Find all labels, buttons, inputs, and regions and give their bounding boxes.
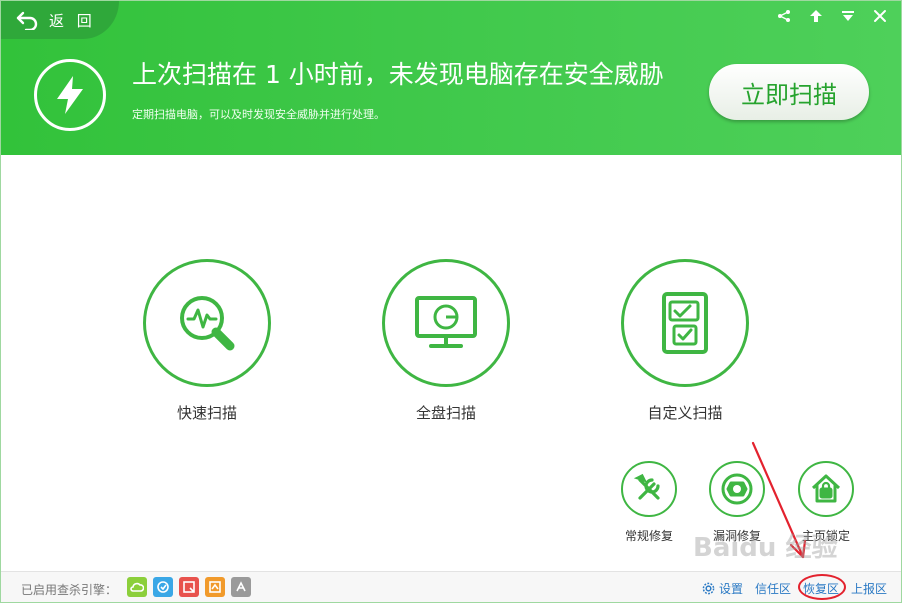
vulnerability-repair-label: 漏洞修复: [712, 529, 761, 543]
homepage-lock-button[interactable]: 主页锁定: [796, 461, 856, 544]
engine-list: [127, 577, 251, 597]
full-scan-option[interactable]: 全盘扫描: [382, 259, 510, 423]
general-repair-label: 常规修复: [624, 529, 673, 543]
upload-icon[interactable]: [807, 7, 825, 25]
footer-bar: 已启用查杀引擎： 设置 信任区 恢复区 上报区: [1, 571, 901, 602]
window-controls: [775, 7, 889, 25]
gear-icon: [702, 582, 715, 595]
waveform-magnifier-icon: [180, 296, 235, 351]
general-repair-ring: [621, 461, 677, 517]
shield-patch-icon: [721, 473, 753, 505]
custom-scan-option[interactable]: 自定义扫描: [621, 259, 749, 423]
menu-icon[interactable]: [839, 7, 857, 25]
report-zone-link[interactable]: 上报区: [851, 580, 887, 597]
avira-engine-icon[interactable]: [231, 577, 251, 597]
engines-label: 已启用查杀引擎：: [21, 583, 118, 597]
qvm-engine-icon[interactable]: [179, 577, 199, 597]
checklist-icon: [662, 292, 708, 354]
back-arrow-icon: [16, 11, 38, 30]
app-window: 返 回 上次扫描在 1 小时前，未发现电脑存在安全威胁 定期扫描电脑，可以及时发…: [0, 0, 902, 603]
scan-now-button[interactable]: 立即扫描: [709, 64, 869, 120]
sync-engine-icon[interactable]: [153, 577, 173, 597]
settings-label: 设置: [718, 582, 743, 596]
header-banner: 返 回 上次扫描在 1 小时前，未发现电脑存在安全威胁 定期扫描电脑，可以及时发…: [1, 1, 901, 155]
full-scan-ring: [382, 259, 510, 387]
custom-scan-ring: [621, 259, 749, 387]
homepage-lock-ring: [798, 461, 854, 517]
footer-links: 设置 信任区 恢复区 上报区: [702, 580, 887, 597]
quick-scan-label: 快速扫描: [176, 404, 237, 422]
settings-link[interactable]: 设置: [702, 580, 743, 597]
quick-scan-ring: [143, 259, 271, 387]
close-icon[interactable]: [871, 7, 889, 25]
lightning-icon: [34, 59, 106, 131]
system-engine-icon[interactable]: [205, 577, 225, 597]
back-label: 返 回: [49, 11, 96, 30]
vulnerability-repair-ring: [709, 461, 765, 517]
cloud-engine-icon[interactable]: [127, 577, 147, 597]
full-scan-label: 全盘扫描: [415, 404, 476, 422]
trust-zone-link[interactable]: 信任区: [755, 580, 791, 597]
status-subline: 定期扫描电脑，可以及时发现安全威胁并进行处理。: [132, 108, 385, 121]
restore-zone-link[interactable]: 恢复区: [803, 580, 839, 597]
monitor-icon: [415, 296, 477, 348]
wrench-screwdriver-icon: [633, 473, 660, 500]
vulnerability-repair-button[interactable]: 漏洞修复: [707, 461, 767, 544]
back-button[interactable]: 返 回: [1, 1, 119, 39]
quick-scan-option[interactable]: 快速扫描: [143, 259, 271, 423]
custom-scan-label: 自定义扫描: [647, 404, 723, 422]
homepage-lock-label: 主页锁定: [801, 529, 850, 543]
home-lock-icon: [811, 474, 841, 503]
share-icon[interactable]: [775, 7, 793, 25]
general-repair-button[interactable]: 常规修复: [619, 461, 679, 544]
status-headline: 上次扫描在 1 小时前，未发现电脑存在安全威胁: [132, 60, 664, 89]
